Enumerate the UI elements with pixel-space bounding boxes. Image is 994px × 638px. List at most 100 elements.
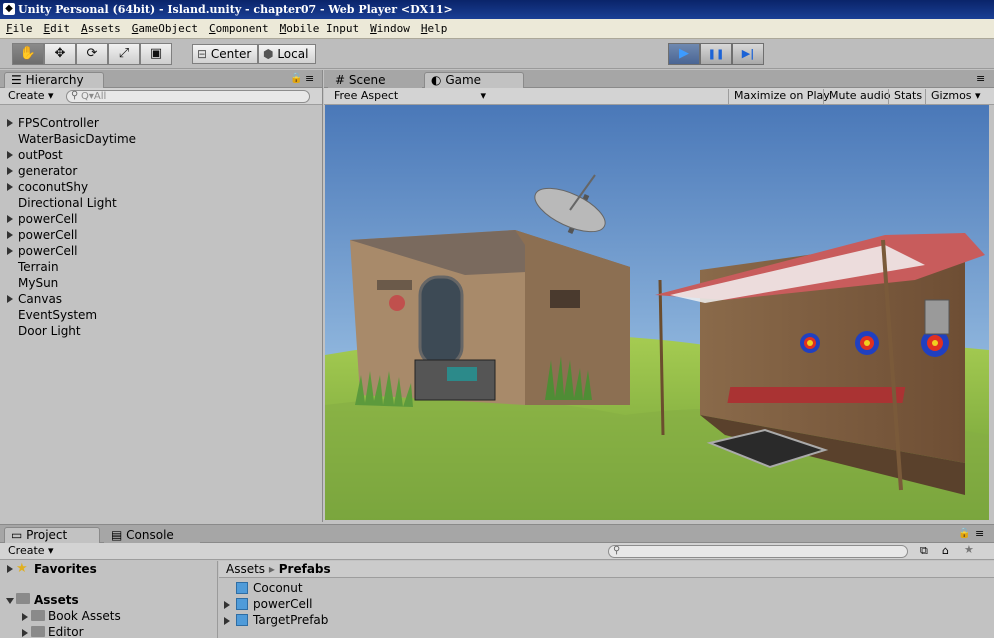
- expand-arrow[interactable]: [7, 565, 13, 573]
- asset-targetprefab[interactable]: TargetPrefab: [253, 613, 328, 627]
- tab-hierarchy-label: Hierarchy: [25, 73, 84, 87]
- hierarchy-item[interactable]: powerCell: [18, 211, 78, 227]
- expand-arrow[interactable]: [22, 613, 28, 621]
- lock-icon[interactable]: 🔒: [290, 73, 302, 84]
- game-viewport[interactable]: [325, 105, 989, 520]
- hand-icon: ✋: [19, 46, 37, 61]
- tab-console[interactable]: ▤ Console: [104, 527, 200, 544]
- pause-icon: ❚❚: [707, 49, 725, 60]
- tree-item-favorites[interactable]: Favorites: [34, 562, 97, 576]
- rotate-tool-button[interactable]: ⟳: [76, 43, 108, 65]
- expand-arrow[interactable]: [224, 601, 230, 609]
- aspect-dropdown[interactable]: Free Aspect ▾: [330, 89, 490, 104]
- menu-bar: File Edit Assets GameObject Component Mobile …: [0, 19, 994, 39]
- stats-label: Stats: [894, 89, 923, 102]
- hierarchy-item[interactable]: WaterBasicDaytime: [18, 131, 136, 147]
- pivot-toggle[interactable]: ⊟ Center: [192, 44, 258, 64]
- tree-item-book-assets[interactable]: Book Assets: [48, 609, 121, 623]
- menu-gameobject[interactable]: GameObject: [126, 19, 203, 38]
- hierarchy-item[interactable]: Directional Light: [18, 195, 117, 211]
- expand-arrow[interactable]: [7, 151, 13, 159]
- lock-icon[interactable]: 🔒: [958, 528, 970, 539]
- hierarchy-item[interactable]: Door Light: [18, 323, 81, 339]
- tag-icon[interactable]: ⌂: [942, 544, 949, 557]
- hierarchy-create-dropdown[interactable]: Create ▾: [4, 89, 58, 104]
- menu-window[interactable]: Window: [364, 19, 415, 38]
- panel-menu-icon[interactable]: ≡: [305, 72, 314, 85]
- step-button[interactable]: ▶|: [732, 43, 764, 65]
- expand-arrow[interactable]: [7, 183, 13, 191]
- expand-arrow[interactable]: [7, 295, 13, 303]
- hierarchy-item[interactable]: outPost: [18, 147, 63, 163]
- expand-arrow[interactable]: [7, 231, 13, 239]
- menu-assets[interactable]: Assets: [75, 19, 126, 38]
- hierarchy-item[interactable]: generator: [18, 163, 77, 179]
- create-label: Create: [8, 544, 45, 557]
- expand-arrow[interactable]: [224, 617, 230, 625]
- hierarchy-item[interactable]: EventSystem: [18, 307, 97, 323]
- expand-arrow[interactable]: [6, 598, 14, 604]
- mute-audio-toggle[interactable]: Mute audio: [823, 89, 896, 104]
- menu-edit[interactable]: Edit: [38, 19, 76, 38]
- play-icon: ▶: [679, 46, 689, 61]
- project-panel: ▭ Project ▤ Console 🔒 ≡ Create ▾ ⧉ ⌂ ★ ★…: [0, 524, 994, 638]
- panel-menu-icon[interactable]: ≡: [975, 527, 984, 540]
- console-icon: ▤: [111, 528, 123, 542]
- asset-powercell[interactable]: powerCell: [253, 597, 313, 611]
- gizmos-label: Gizmos: [931, 89, 972, 102]
- project-create-dropdown[interactable]: Create ▾: [4, 544, 58, 559]
- create-label: Create: [8, 89, 45, 102]
- game-panel: # Scene ◐ Game ≡ Free Aspect ▾ Maximize o…: [324, 70, 994, 522]
- move-icon: ✥: [54, 46, 66, 61]
- breadcrumb-assets[interactable]: Assets: [226, 562, 265, 576]
- play-button[interactable]: ▶: [668, 43, 700, 65]
- list-icon: ☰: [11, 73, 22, 87]
- tab-scene[interactable]: # Scene: [328, 72, 422, 89]
- hierarchy-item[interactable]: powerCell: [18, 243, 78, 259]
- tab-game[interactable]: ◐ Game: [424, 72, 524, 89]
- pivot-label: Center: [210, 47, 252, 61]
- expand-arrow[interactable]: [7, 215, 13, 223]
- hierarchy-item[interactable]: Terrain: [18, 259, 59, 275]
- local-space-icon: ⬢: [263, 47, 274, 61]
- scale-icon: ⤢: [118, 46, 130, 61]
- expand-arrow[interactable]: [7, 167, 13, 175]
- maximize-on-play-toggle[interactable]: Maximize on Play: [728, 89, 835, 104]
- scale-tool-button[interactable]: ⤢: [108, 43, 140, 65]
- menu-mobile-input[interactable]: Mobile Input: [274, 19, 364, 38]
- menu-component[interactable]: Component: [203, 19, 274, 38]
- rect-tool-button[interactable]: ▣: [140, 43, 172, 65]
- breadcrumb-prefabs[interactable]: Prefabs: [279, 562, 331, 576]
- hierarchy-item[interactable]: FPSController: [18, 115, 99, 131]
- stats-toggle[interactable]: Stats: [888, 89, 927, 104]
- pause-button[interactable]: ❚❚: [700, 43, 732, 65]
- expand-arrow[interactable]: [22, 629, 28, 637]
- hierarchy-search-input[interactable]: Q▾All: [66, 90, 310, 103]
- hierarchy-item[interactable]: powerCell: [18, 227, 78, 243]
- asset-coconut[interactable]: Coconut: [253, 581, 303, 595]
- filter-type-icon[interactable]: ⧉: [920, 544, 928, 558]
- expand-arrow[interactable]: [7, 119, 13, 127]
- move-tool-button[interactable]: ✥: [44, 43, 76, 65]
- panel-menu-icon[interactable]: ≡: [976, 72, 985, 85]
- tree-item-editor[interactable]: Editor: [48, 625, 84, 638]
- star-icon[interactable]: ★: [964, 543, 974, 556]
- window-title: Unity Personal (64bit) - Island.unity - …: [18, 3, 453, 16]
- breadcrumb: Assets ▸ Prefabs: [219, 561, 994, 578]
- tree-item-assets[interactable]: Assets: [34, 593, 79, 607]
- project-search-input[interactable]: [608, 545, 908, 558]
- unity-icon[interactable]: ◆: [3, 3, 15, 15]
- hierarchy-item[interactable]: coconutShy: [18, 179, 88, 195]
- hand-tool-button[interactable]: ✋: [12, 43, 44, 65]
- window-title-bar[interactable]: Unity Personal (64bit) - Island.unity - …: [0, 0, 994, 19]
- expand-arrow[interactable]: [7, 247, 13, 255]
- main-toolbar: ✋ ✥ ⟳ ⤢ ▣ ⊟ Center ⬢ Local ▶ ❚❚ ▶|: [0, 39, 994, 69]
- space-toggle[interactable]: ⬢ Local: [258, 44, 316, 64]
- menu-help[interactable]: Help: [415, 19, 453, 38]
- hierarchy-item[interactable]: MySun: [18, 275, 58, 291]
- tab-hierarchy[interactable]: ☰ Hierarchy: [4, 72, 104, 89]
- menu-file[interactable]: File: [0, 19, 38, 38]
- tab-project[interactable]: ▭ Project: [4, 527, 100, 544]
- gizmos-dropdown[interactable]: Gizmos ▾: [925, 89, 986, 104]
- hierarchy-item[interactable]: Canvas: [18, 291, 62, 307]
